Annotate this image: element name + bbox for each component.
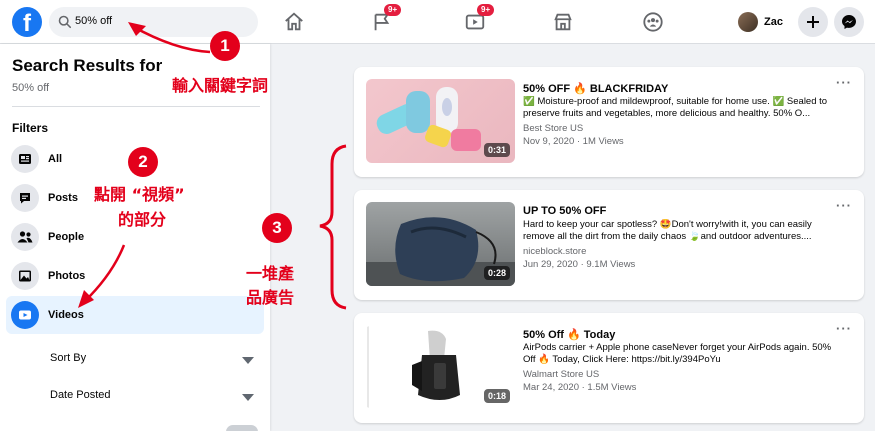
video-description: ✅ Moisture-proof and mildewproof, suitab… [523, 96, 828, 119]
more-options-icon[interactable]: ··· [836, 75, 852, 90]
plus-icon [807, 16, 819, 28]
step-1-marker: 1 [210, 31, 240, 61]
home-icon [285, 12, 303, 31]
step-2-caption-line2: 的部分 [118, 210, 167, 229]
video-meta: Nov 9, 2020 · 1M Views [523, 136, 624, 147]
step-3-marker: 3 [262, 213, 292, 243]
video-title[interactable]: 50% OFF 🔥 BLACKFRIDAY [523, 82, 668, 95]
video-meta: Jun 29, 2020 · 9.1M Views [523, 259, 636, 270]
video-thumbnail[interactable]: 0:18 [366, 325, 515, 409]
groups-icon [643, 12, 663, 32]
messenger-button[interactable] [834, 7, 864, 37]
video-source[interactable]: Best Store US [523, 123, 583, 134]
profile-link[interactable]: Zac [738, 10, 783, 34]
photos-icon [11, 262, 39, 290]
date-posted-dropdown[interactable]: Date Posted [50, 389, 260, 409]
watch-notification-badge: 9+ [477, 4, 495, 16]
nav-groups-tab[interactable] [633, 8, 673, 36]
video-title[interactable]: UP TO 50% OFF [523, 205, 606, 217]
create-button[interactable] [798, 7, 828, 37]
video-result-card[interactable]: 0:28 UP TO 50% OFF Hard to keep your car… [354, 190, 864, 300]
nav-pages-tab[interactable]: 9+ [362, 4, 402, 36]
video-thumbnail[interactable]: 0:28 [366, 202, 515, 286]
nav-marketplace-tab[interactable] [543, 8, 583, 36]
step-3-caption-line2: 品廣告 [246, 288, 295, 307]
people-icon [11, 223, 39, 251]
video-duration: 0:31 [483, 143, 510, 157]
videos-icon [11, 301, 39, 329]
video-description: Hard to keep your car spotless? 🤩Don't w… [523, 219, 812, 242]
search-filters-sidebar: Search Results for 50% off Filters All P… [0, 44, 270, 431]
filter-item-label: Posts [48, 192, 78, 204]
sort-by-dropdown[interactable]: Sort By [50, 352, 260, 372]
video-result-card[interactable]: 0:31 50% OFF 🔥 BLACKFRIDAY ✅ Moisture-pr… [354, 67, 864, 177]
filter-item-label: Photos [48, 270, 86, 282]
video-result-card[interactable]: 0:18 50% Off 🔥 Today AirPods carrier + A… [354, 313, 864, 423]
marketplace-icon [554, 13, 572, 31]
top-navigation-bar: f 50% off 9+ 9+ Zac [0, 0, 875, 44]
video-description: AirPods carrier + Apple phone caseNever … [523, 342, 832, 365]
step-2-caption-line1: 點開 “視頻” [94, 185, 185, 204]
caret-down-icon [242, 357, 254, 364]
sort-by-label: Sort By [50, 352, 87, 364]
more-options-icon[interactable]: ··· [836, 198, 852, 213]
step-2-marker: 2 [128, 147, 158, 177]
search-query-text: 50% off [12, 82, 50, 94]
caret-down-icon [242, 394, 254, 401]
all-icon [11, 145, 39, 173]
video-source[interactable]: Walmart Store US [523, 369, 599, 380]
pages-notification-badge: 9+ [384, 4, 402, 16]
filters-heading: Filters [12, 121, 49, 135]
search-input[interactable]: 50% off [75, 15, 112, 27]
video-title[interactable]: 50% Off 🔥 Today [523, 328, 615, 341]
page-title: Search Results for [12, 56, 163, 75]
avatar [738, 12, 758, 32]
filter-item-label: All [48, 153, 63, 165]
video-source[interactable]: niceblock.store [523, 246, 586, 257]
messenger-icon [842, 15, 856, 29]
video-duration: 0:28 [483, 266, 510, 280]
filter-item-photos[interactable]: Photos [6, 257, 264, 295]
facebook-logo-icon[interactable]: f [12, 7, 42, 37]
filter-item-label: Videos [48, 309, 84, 321]
video-thumbnail[interactable]: 0:31 [366, 79, 515, 163]
filter-item-label: People [48, 231, 85, 243]
video-meta: Mar 24, 2020 · 1.5M Views [523, 382, 637, 393]
step-3-caption-line1: 一堆產 [246, 264, 295, 283]
step-1-caption: 輸入關鍵字詞 [172, 76, 269, 95]
filter-item-videos[interactable]: Videos [6, 296, 264, 334]
search-icon [58, 15, 72, 29]
nav-watch-tab[interactable]: 9+ [455, 4, 495, 36]
posts-icon [11, 184, 39, 212]
divider [12, 106, 260, 107]
filter-toggle-switch[interactable] [226, 425, 258, 431]
more-options-icon[interactable]: ··· [836, 321, 852, 336]
date-posted-label: Date Posted [50, 389, 111, 401]
video-duration: 0:18 [483, 389, 510, 403]
nav-home-tab[interactable] [274, 8, 314, 36]
profile-name: Zac [764, 16, 783, 28]
